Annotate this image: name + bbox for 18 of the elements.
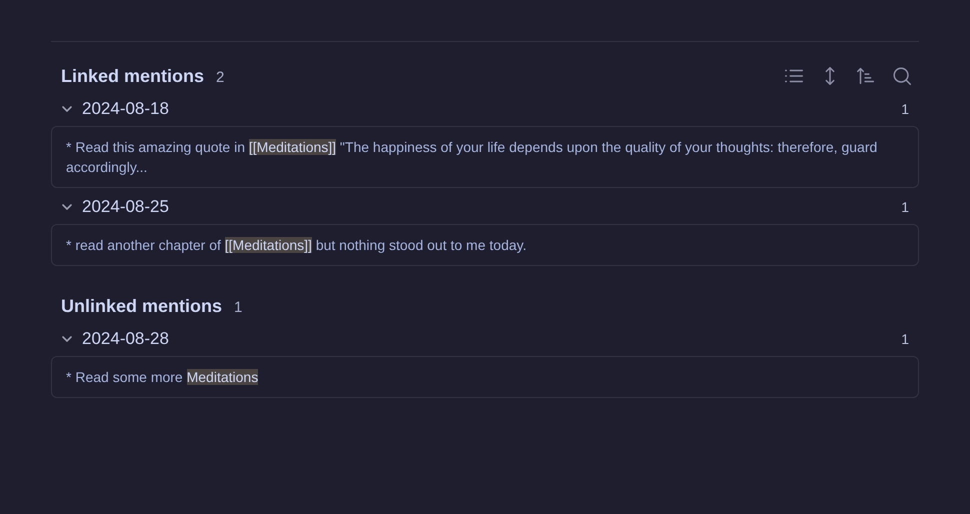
- date-heading[interactable]: 2024-08-28: [82, 326, 169, 352]
- match-count: 1: [901, 100, 909, 118]
- match-count: 1: [901, 198, 909, 216]
- chevron-icon[interactable]: [61, 333, 73, 345]
- chevron-icon[interactable]: [61, 201, 73, 213]
- date-heading[interactable]: 2024-08-18: [82, 96, 169, 122]
- section-title: Unlinked mentions: [61, 294, 222, 318]
- mention-count: 1: [234, 298, 242, 318]
- date-heading[interactable]: 2024-08-25: [82, 194, 169, 220]
- mention-text: * read another chapter of [[Meditations]] but nothing stood out to me today.: [66, 236, 528, 255]
- mention-text: * Read this amazing quote in [[Meditations]] "The happiness of your life depends upon the quality of your thoughts: therefore, guard accordingly...: [66, 138, 878, 177]
- chevron-icon[interactable]: [61, 103, 73, 115]
- mention-text: * Read some more Meditations: [66, 368, 260, 387]
- match-count: 1: [901, 330, 909, 348]
- sort-icon[interactable]: [855, 65, 877, 87]
- search-icon[interactable]: [891, 65, 913, 87]
- mention-count: 2: [216, 68, 224, 88]
- section-title: Linked mentions: [61, 64, 204, 88]
